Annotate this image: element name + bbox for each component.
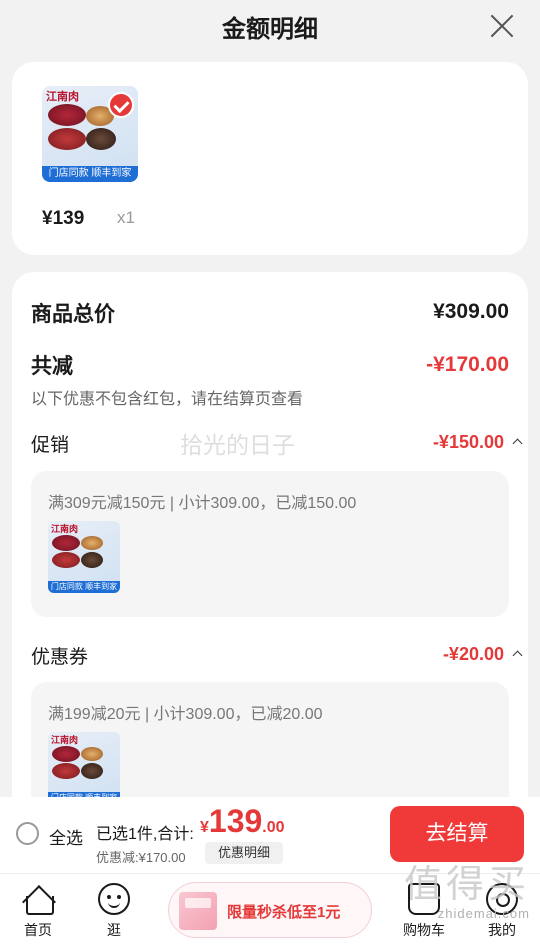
selected-count: 已选1件,合计:	[96, 826, 194, 843]
dish-image	[52, 552, 80, 568]
product-quantity: x1	[117, 208, 135, 227]
tab-cart-label: 购物车	[403, 922, 445, 938]
total-label: 商品总价	[31, 303, 115, 326]
discount-label: 共减	[31, 355, 73, 378]
total-amount: ¥139.00	[200, 803, 285, 840]
total-value: ¥309.00	[433, 300, 509, 323]
site-watermark: 值得买 zhidemai.com	[404, 864, 530, 921]
tab-home-label: 首页	[24, 922, 52, 938]
promotion-value[interactable]: -¥150.00	[433, 432, 504, 453]
dish-image	[81, 552, 103, 568]
product-card: 江南肉 门店同款 顺丰到家 ¥139 x1	[12, 62, 528, 255]
brand-logo: 江南肉	[51, 735, 79, 745]
dish-image	[81, 763, 103, 779]
site-watermark-logo: 值得买	[403, 864, 530, 906]
product-price: ¥139	[42, 208, 85, 229]
watermark-text: 拾光的日子	[180, 432, 295, 458]
thumbnail-strip: 门店同款 顺丰到家	[42, 166, 138, 182]
discount-detail-button[interactable]: 优惠明细	[205, 842, 283, 864]
discount-note: 以下优惠不包含红包，请在结算页查看	[31, 391, 304, 408]
brand-logo: 江南肉	[51, 524, 79, 534]
tab-browse[interactable]: 逛	[84, 874, 144, 947]
promotion-detail-box: 满309元减150元 | 小计309.00，已减150.00 江南肉 门店同款 …	[31, 471, 509, 617]
page-title: 金额明细	[222, 15, 318, 43]
brand-logo: 江南肉	[46, 91, 79, 103]
product-thumbnail[interactable]: 江南肉 门店同款 顺丰到家	[42, 86, 138, 182]
promotion-label: 促销	[31, 435, 70, 456]
select-all-radio[interactable]	[16, 822, 39, 845]
coupon-value[interactable]: -¥20.00	[443, 644, 504, 665]
tab-me-label: 我的	[488, 922, 516, 938]
dish-image	[81, 536, 103, 550]
tab-home[interactable]: 首页	[8, 874, 68, 947]
coupon-label: 优惠券	[31, 647, 89, 668]
dish-image	[52, 535, 80, 551]
amount-details-card: 商品总价 ¥309.00 共减 -¥170.00 以下优惠不包含红包，请在结算页…	[12, 272, 528, 832]
amount-decimal: .00	[262, 819, 285, 836]
discount-value: -¥170.00	[426, 353, 509, 376]
site-watermark-url: zhidemai.com	[437, 906, 530, 921]
coupon-detail: 满199减20元 | 小计309.00，已减20.00	[48, 706, 323, 723]
thumbnail-strip: 门店同款 顺丰到家	[48, 581, 120, 593]
checkout-button[interactable]: 去结算	[390, 806, 524, 862]
tab-browse-label: 逛	[107, 922, 121, 938]
currency-symbol: ¥	[200, 819, 209, 836]
smile-icon	[98, 883, 130, 915]
header: 金额明细	[0, 0, 540, 52]
flash-sale-banner[interactable]: 限量秒杀低至1元	[168, 882, 372, 938]
dish-image	[52, 746, 80, 762]
select-all-label[interactable]: 全选	[49, 824, 83, 849]
promotion-product-thumbnail[interactable]: 江南肉 门店同款 顺丰到家	[48, 521, 120, 593]
home-icon	[22, 883, 54, 915]
dish-image	[48, 128, 86, 150]
chevron-up-icon[interactable]	[511, 648, 523, 660]
check-badge-icon	[108, 92, 134, 118]
promotion-detail: 满309元减150元 | 小计309.00，已减150.00	[48, 495, 357, 512]
dish-image	[52, 763, 80, 779]
checkout-bar: 全选 已选1件,合计: ¥139.00 优惠减:¥170.00 优惠明细 去结算	[0, 797, 540, 873]
gift-box-icon	[179, 892, 217, 930]
amount-integer: 139	[208, 803, 263, 839]
dish-image	[81, 747, 103, 761]
dish-image	[48, 104, 86, 126]
coupon-product-thumbnail[interactable]: 江南肉 门店同款 顺丰到家	[48, 732, 120, 804]
dish-image	[86, 128, 116, 150]
discount-summary: 优惠减:¥170.00	[96, 850, 186, 865]
close-icon[interactable]	[486, 10, 518, 42]
flash-sale-text: 限量秒杀低至1元	[227, 904, 341, 921]
chevron-up-icon[interactable]	[511, 436, 523, 448]
